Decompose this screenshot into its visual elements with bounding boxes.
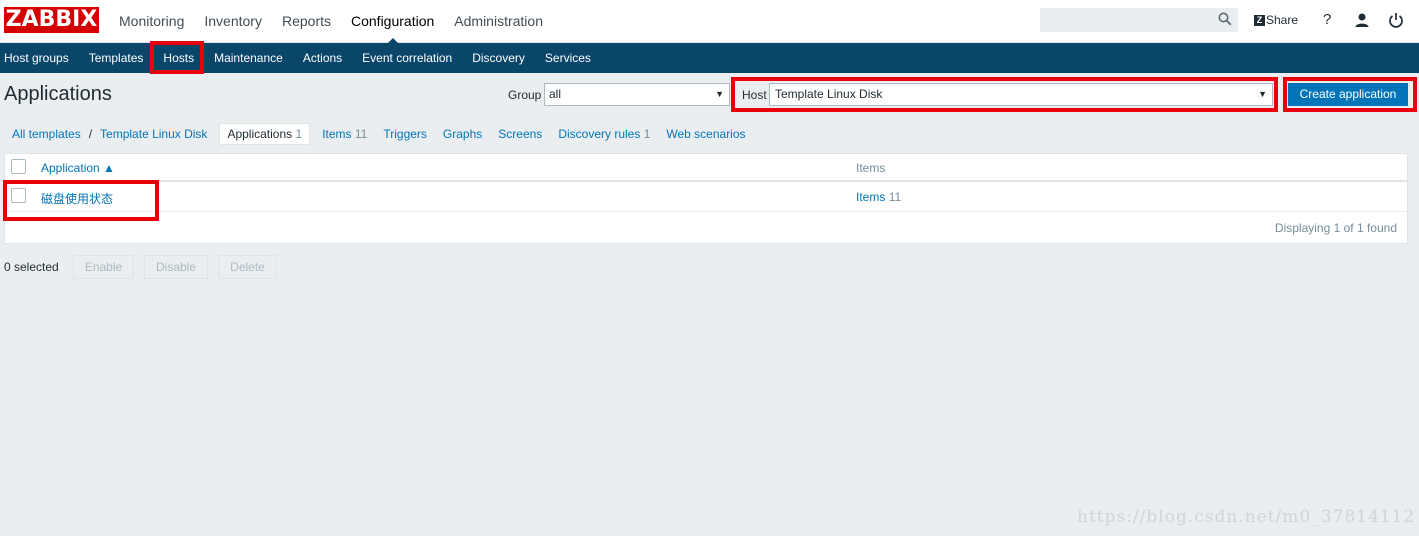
highlight-application-row [3, 180, 159, 221]
share-button[interactable]: Z Share [1254, 13, 1298, 27]
tab-applications-count: 1 [295, 127, 303, 141]
main-menu: Monitoring Inventory Reports Configurati… [109, 0, 553, 44]
highlight-host-select [731, 77, 1278, 112]
submenu-maintenance[interactable]: Maintenance [204, 43, 293, 73]
submenu-event-correlation[interactable]: Event correlation [352, 43, 462, 73]
highlight-hosts [150, 41, 204, 74]
tab-items[interactable]: Items 11 [314, 124, 375, 144]
configuration-submenu: Host groups Templates Hosts Maintenance … [0, 43, 1419, 73]
dropdown-arrow-icon: ▼ [715, 89, 724, 99]
submenu-host-groups[interactable]: Host groups [0, 43, 79, 73]
tab-triggers[interactable]: Triggers [375, 124, 435, 144]
zabbix-logo[interactable]: ZABBIX [4, 7, 99, 33]
column-application-sort[interactable]: Application ▲ [41, 161, 115, 175]
tab-discovery-rules-label: Discovery rules [558, 127, 641, 141]
tab-items-count: 11 [354, 127, 368, 141]
menu-inventory[interactable]: Inventory [194, 0, 272, 43]
row-items-link[interactable]: Items [856, 190, 885, 204]
selected-count: 0 selected [4, 260, 59, 274]
breadcrumb-template[interactable]: Template Linux Disk [92, 124, 215, 144]
table-row: 磁盘使用状态 Items 11 [5, 182, 1407, 212]
top-bar: ZABBIX Monitoring Inventory Reports Conf… [0, 0, 1419, 44]
table-header: Application ▲ Items [5, 154, 1407, 182]
tab-applications[interactable]: Applications 1 [219, 123, 311, 145]
group-select-value: all [549, 87, 562, 101]
row-items-cell: Items 11 [856, 190, 901, 204]
disable-button[interactable]: Disable [144, 255, 208, 279]
tab-items-label: Items [322, 127, 352, 141]
sign-out-icon[interactable] [1388, 12, 1404, 28]
breadcrumb-all-templates[interactable]: All templates [4, 124, 89, 144]
menu-administration[interactable]: Administration [444, 0, 553, 43]
highlight-create-application [1283, 77, 1417, 112]
tab-discovery-rules-count: 1 [643, 127, 651, 141]
tab-graphs[interactable]: Graphs [435, 124, 490, 144]
search-icon[interactable] [1218, 12, 1232, 26]
group-label: Group [508, 88, 542, 102]
group-select[interactable]: all ▼ [544, 83, 730, 106]
paging-info: Displaying 1 of 1 found [1274, 221, 1397, 235]
watermark-text: https://blog.csdn.net/m0_37814112 [1077, 507, 1416, 527]
page-title: Applications [4, 83, 112, 105]
share-label: Share [1266, 13, 1299, 27]
column-items-header: Items [856, 161, 886, 175]
enable-button[interactable]: Enable [73, 255, 134, 279]
submenu-discovery[interactable]: Discovery [462, 43, 535, 73]
tab-discovery-rules[interactable]: Discovery rules 1 [550, 124, 658, 144]
applications-table: Application ▲ Items 磁盘使用状态 Items 11 Disp… [4, 153, 1408, 244]
tab-web-scenarios[interactable]: Web scenarios [658, 124, 753, 144]
submenu-actions[interactable]: Actions [293, 43, 352, 73]
menu-reports[interactable]: Reports [272, 0, 341, 43]
menu-monitoring[interactable]: Monitoring [109, 0, 194, 43]
help-icon[interactable]: ? [1323, 11, 1331, 28]
tab-screens[interactable]: Screens [490, 124, 550, 144]
delete-button[interactable]: Delete [218, 255, 277, 279]
menu-configuration[interactable]: Configuration [341, 0, 444, 44]
zabbix-share-icon: Z [1254, 14, 1265, 26]
submenu-services[interactable]: Services [535, 43, 601, 73]
select-all-checkbox[interactable] [11, 159, 26, 174]
template-navigation-tabs: All templates / Template Linux Disk Appl… [4, 123, 754, 145]
user-profile-icon[interactable] [1354, 12, 1370, 28]
tab-applications-label: Applications [227, 127, 293, 141]
row-items-count: 11 [888, 190, 902, 204]
submenu-templates[interactable]: Templates [79, 43, 154, 73]
search-input[interactable] [1040, 8, 1238, 32]
